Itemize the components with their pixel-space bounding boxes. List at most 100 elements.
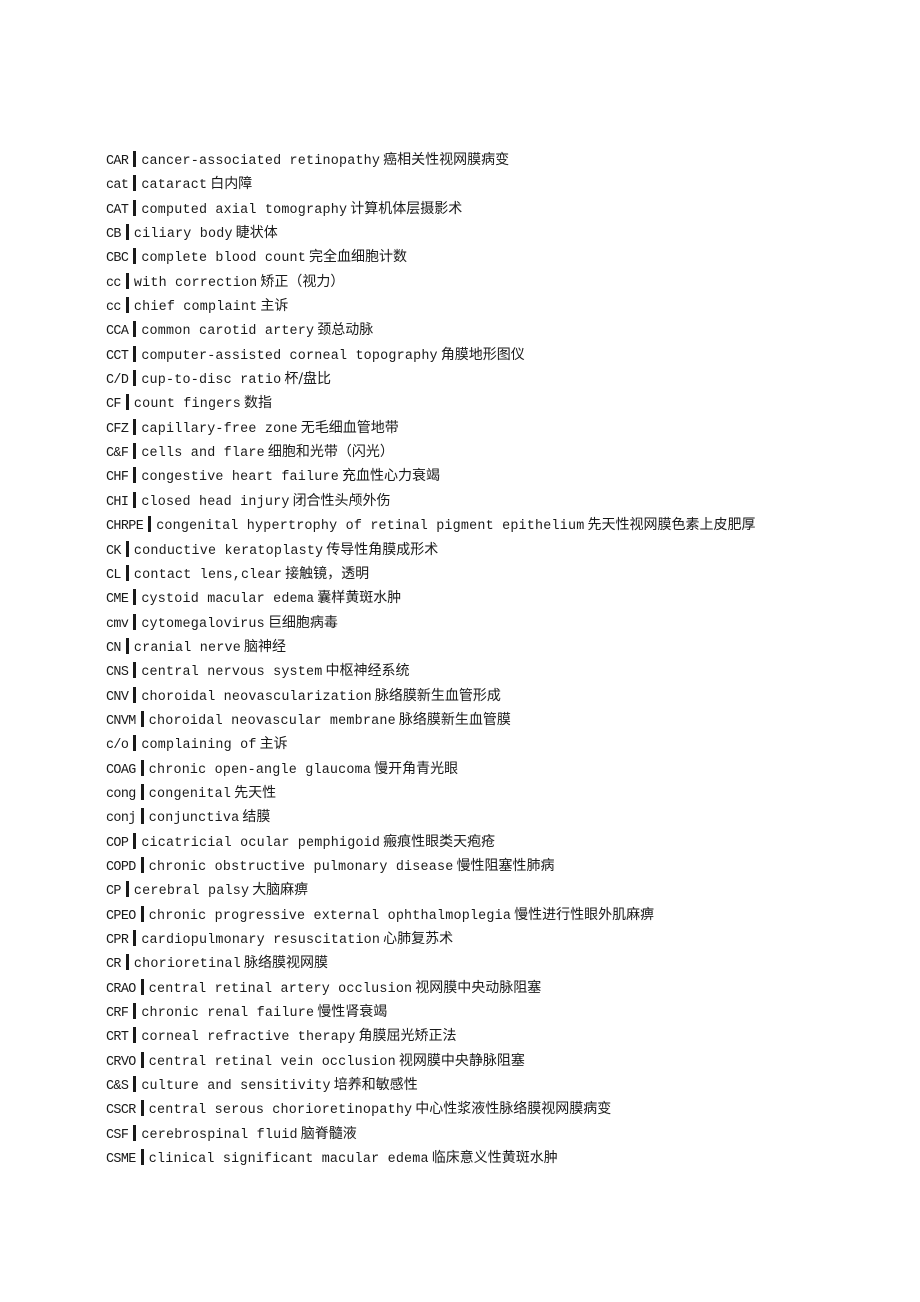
entry-abbreviation: cc xyxy=(106,275,121,291)
entry-english-term: chorioretinal xyxy=(133,957,241,973)
entry-english-term: culture and sensitivity xyxy=(141,1079,331,1095)
entry-english-term: conductive keratoplasty xyxy=(133,543,324,559)
entry-chinese-term: 细胞和光带（闪光） xyxy=(267,444,394,461)
separator-bar xyxy=(133,1076,137,1093)
entry-abbreviation: CAR xyxy=(106,154,129,169)
entry-chinese-term: 慢性阻塞性肺病 xyxy=(456,857,555,874)
entry-chinese-term: 颈总动脉 xyxy=(317,322,374,339)
glossary-entry: CNVM choroidal neovascular membrane 脉络膜新生血… xyxy=(106,708,896,732)
glossary-entry: CAT computed axial tomography 计算机体层摄影术 xyxy=(106,197,896,221)
separator-bar xyxy=(125,394,129,411)
entry-chinese-term: 培养和敏感性 xyxy=(333,1077,418,1094)
glossary-entry: CPEO chronic progressive external ophthal… xyxy=(106,903,896,927)
glossary-entry: CHF congestive heart failure 充血性心力衰竭 xyxy=(106,464,896,488)
entry-english-term: capillary-free zone xyxy=(141,421,298,437)
separator-bar xyxy=(133,1124,137,1141)
entry-abbreviation: CAT xyxy=(106,202,129,218)
separator-bar xyxy=(133,345,137,362)
glossary-entry: CPR cardiopulmonary resuscitation 心肺复苏术 xyxy=(106,927,896,951)
entry-english-term: computer-assisted corneal topography xyxy=(141,348,438,364)
entry-english-term: central retinal vein occlusion xyxy=(148,1054,396,1070)
entry-chinese-term: 无毛细血管地带 xyxy=(300,419,399,436)
glossary-page: CAR cancer-associated retinopathy 癌相关性视网膜病… xyxy=(106,148,896,1170)
separator-bar xyxy=(125,564,129,581)
entry-chinese-term: 脉络膜视网膜 xyxy=(243,955,328,972)
entry-english-term: clinical significant macular edema xyxy=(148,1152,429,1168)
glossary-entry: cc with correction 矫正（视力） xyxy=(106,270,896,294)
glossary-entry: CN cranial nerve 脑神经 xyxy=(106,635,896,659)
entry-english-term: congenital hypertrophy of retinal pigmen… xyxy=(156,519,585,535)
entry-english-term: contact lens,clear xyxy=(133,567,283,583)
glossary-entry: CRT corneal refractive therapy 角膜屈光矫正法 xyxy=(106,1024,896,1048)
entry-chinese-term: 接触镜，透明 xyxy=(285,565,370,582)
entry-abbreviation: CBC xyxy=(106,251,129,267)
glossary-entry: CR chorioretinal 脉络膜视网膜 xyxy=(106,951,896,975)
entry-chinese-term: 完全血细胞计数 xyxy=(309,249,408,266)
separator-bar xyxy=(125,881,129,898)
entry-abbreviation: CHRPE xyxy=(106,519,144,535)
entry-chinese-term: 结膜 xyxy=(242,809,271,826)
glossary-entry: CBC complete blood count 完全血细胞计数 xyxy=(106,245,896,269)
separator-bar xyxy=(133,930,137,946)
entry-english-term: choroidal neovascular membrane xyxy=(148,713,396,729)
entry-abbreviation: CP xyxy=(106,884,121,900)
entry-abbreviation: CFZ xyxy=(106,421,129,437)
entry-english-term: cancer-associated retinopathy xyxy=(141,154,381,169)
separator-bar xyxy=(125,540,129,557)
entry-english-term: central nervous system xyxy=(141,665,323,681)
separator-bar xyxy=(133,443,137,460)
entry-english-term: closed head injury xyxy=(141,494,290,510)
glossary-entry: C&F cells and flare 细胞和光带（闪光） xyxy=(106,440,896,464)
entry-chinese-term: 计算机体层摄影术 xyxy=(350,200,463,217)
glossary-entry: COP cicatricial ocular pemphigoid 瘢痕性眼类天疱疮 xyxy=(106,830,896,854)
separator-bar xyxy=(133,151,137,167)
entry-chinese-term: 临床意义性黄斑水肿 xyxy=(431,1150,558,1167)
separator-bar xyxy=(140,1051,144,1068)
separator-bar xyxy=(125,954,129,971)
glossary-entry: CHRPE congenital hypertrophy of retinal p… xyxy=(106,513,896,537)
entry-abbreviation: CNS xyxy=(106,665,129,681)
entry-chinese-term: 脉络膜新生血管膜 xyxy=(398,711,511,728)
glossary-entry: C&S culture and sensitivity 培养和敏感性 xyxy=(106,1073,896,1097)
entry-english-term: cardiopulmonary resuscitation xyxy=(141,933,381,948)
entry-english-term: congenital xyxy=(148,786,232,802)
glossary-entry: cmv cytomegalovirus 巨细胞病毒 xyxy=(106,611,896,635)
separator-bar xyxy=(140,808,144,825)
separator-bar xyxy=(133,589,137,606)
entry-chinese-term: 癌相关性视网膜病变 xyxy=(383,152,510,168)
separator-bar xyxy=(133,418,137,435)
entry-abbreviation: C&F xyxy=(106,446,129,462)
glossary-entry: CK conductive keratoplasty 传导性角膜成形术 xyxy=(106,538,896,562)
separator-bar xyxy=(125,637,129,654)
glossary-entry: CSME clinical significant macular edema 临床… xyxy=(106,1146,896,1170)
entry-english-term: corneal refractive therapy xyxy=(141,1030,356,1046)
entry-chinese-term: 瘢痕性眼类天疱疮 xyxy=(383,833,496,850)
entry-abbreviation: cong xyxy=(106,786,136,802)
glossary-entry: CFZ capillary-free zone 无毛细血管地带 xyxy=(106,416,896,440)
entry-chinese-term: 角膜屈光矫正法 xyxy=(358,1028,457,1045)
glossary-entry: conj conjunctiva 结膜 xyxy=(106,805,896,829)
entry-english-term: computed axial tomography xyxy=(141,202,348,218)
entry-english-term: complaining of xyxy=(141,738,257,754)
entry-chinese-term: 巨细胞病毒 xyxy=(267,614,338,631)
entry-abbreviation: CRVO xyxy=(106,1054,136,1070)
separator-bar xyxy=(140,759,144,776)
separator-bar xyxy=(133,321,137,338)
entry-english-term: cranial nerve xyxy=(133,640,241,656)
glossary-entry: CP cerebral palsy 大脑麻痹 xyxy=(106,878,896,902)
separator-bar xyxy=(133,686,137,703)
entry-english-term: cells and flare xyxy=(141,446,265,462)
separator-bar xyxy=(133,662,137,679)
entry-english-term: conjunctiva xyxy=(148,811,240,827)
entry-chinese-term: 脉络膜新生血管形成 xyxy=(374,687,501,704)
entry-english-term: cerebral palsy xyxy=(133,884,250,900)
entry-abbreviation: C&S xyxy=(106,1079,129,1095)
entry-abbreviation: CN xyxy=(106,640,121,656)
entry-chinese-term: 角膜地形图仪 xyxy=(440,346,525,363)
entry-chinese-term: 中枢神经系统 xyxy=(325,663,410,680)
glossary-entry: CB ciliary body 睫状体 xyxy=(106,221,896,245)
entry-chinese-term: 脑神经 xyxy=(243,638,286,655)
entry-chinese-term: 杯/盘比 xyxy=(284,371,332,388)
separator-bar xyxy=(133,1027,137,1044)
separator-bar xyxy=(140,905,144,922)
